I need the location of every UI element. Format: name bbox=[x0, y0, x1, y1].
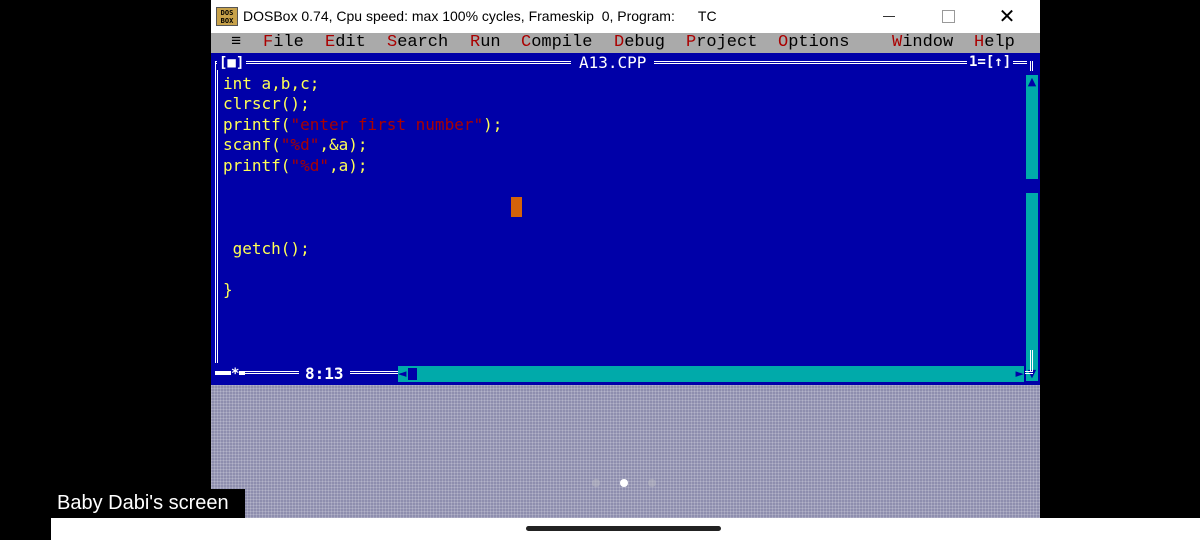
page-dot-active[interactable] bbox=[620, 479, 628, 487]
menu-hotkey: S bbox=[387, 33, 398, 52]
editor-window[interactable]: [■] A13.CPP 1=[↑] int a,b,c; clrscr(); pri… bbox=[211, 53, 1040, 385]
code-text: ,a); bbox=[328, 156, 368, 175]
menu-label: un bbox=[480, 33, 501, 52]
minimize-button[interactable] bbox=[866, 0, 912, 33]
menu-label: ebug bbox=[624, 33, 666, 52]
menu-item-file[interactable]: File bbox=[263, 33, 304, 53]
system-menu[interactable]: ≡ bbox=[231, 33, 241, 53]
text-cursor bbox=[511, 197, 522, 217]
code-text: printf( bbox=[223, 156, 291, 175]
editor-filename: A13.CPP bbox=[571, 53, 655, 73]
code-line[interactable]: getch(); bbox=[223, 239, 310, 259]
vertical-scrollbar[interactable]: ▲ ▼ bbox=[1026, 75, 1038, 381]
menu-item-compile[interactable]: Compile bbox=[521, 33, 592, 53]
code-line[interactable]: } bbox=[223, 280, 233, 300]
code-text: printf( bbox=[223, 115, 291, 134]
code-text: int a,b,c; bbox=[223, 74, 320, 93]
minimize-icon bbox=[883, 16, 895, 17]
window-number[interactable]: 1=[↑] bbox=[967, 54, 1014, 71]
code-string: "%d" bbox=[290, 156, 329, 175]
dosbox-window: DOS BOX DOSBox 0.74, Cpu speed: max 100%… bbox=[211, 0, 1040, 518]
dosbox-app-icon: DOS BOX bbox=[216, 7, 238, 26]
vertical-scroll-thumb[interactable] bbox=[1026, 179, 1038, 193]
page-dot[interactable] bbox=[648, 479, 656, 487]
menu-item-run[interactable]: Run bbox=[470, 33, 501, 53]
code-string: "enter first number" bbox=[290, 115, 484, 134]
code-text: scanf( bbox=[223, 135, 281, 154]
code-line[interactable]: printf("enter first number"); bbox=[223, 115, 502, 135]
title-bar[interactable]: DOS BOX DOSBox 0.74, Cpu speed: max 100%… bbox=[211, 0, 1040, 33]
menu-hotkey: F bbox=[263, 33, 274, 52]
scroll-left-icon[interactable]: ◄ bbox=[398, 366, 408, 382]
screen-share-caption: Baby Dabi's screen bbox=[51, 489, 245, 518]
menu-hotkey: O bbox=[778, 33, 789, 52]
menu-item-search[interactable]: Search bbox=[387, 33, 448, 53]
navigation-bar bbox=[51, 518, 1200, 540]
menu-bar: ≡ File Edit Search Run Compile Debug Project Op… bbox=[211, 33, 1040, 53]
code-text: ,&a); bbox=[319, 135, 368, 154]
dos-desktop bbox=[211, 385, 1040, 518]
maximize-button[interactable] bbox=[925, 0, 971, 33]
menu-label: roject bbox=[696, 33, 758, 52]
window-title: DOSBox 0.74, Cpu speed: max 100% cycles,… bbox=[243, 8, 717, 24]
menu-item-edit[interactable]: Edit bbox=[325, 33, 366, 53]
code-text: ); bbox=[483, 115, 503, 134]
menu-label: earch bbox=[397, 33, 449, 52]
code-text: getch(); bbox=[223, 239, 310, 258]
menu-label: dit bbox=[335, 33, 366, 52]
menu-hotkey: P bbox=[686, 33, 697, 52]
maximize-icon bbox=[941, 10, 955, 23]
menu-hotkey: R bbox=[470, 33, 481, 52]
menu-hotkey: D bbox=[614, 33, 625, 52]
menu-label: elp bbox=[984, 33, 1015, 52]
menu-hotkey: E bbox=[325, 33, 336, 52]
page-indicator bbox=[592, 479, 662, 489]
code-text: clrscr(); bbox=[223, 94, 310, 113]
code-line[interactable]: int a,b,c; bbox=[223, 74, 319, 94]
cursor-position: 8:13 bbox=[299, 364, 350, 384]
dos-screen[interactable]: ≡ File Edit Search Run Compile Debug Project Op… bbox=[211, 33, 1040, 518]
code-line[interactable]: clrscr(); bbox=[223, 94, 310, 114]
close-box-icon: [■] bbox=[219, 55, 245, 71]
close-button[interactable]: ✕ bbox=[984, 0, 1030, 33]
menu-item-options[interactable]: Options bbox=[778, 33, 849, 53]
menu-item-help[interactable]: Help bbox=[974, 33, 1015, 53]
close-icon: ✕ bbox=[998, 6, 1016, 28]
code-line[interactable]: scanf("%d",&a); bbox=[223, 135, 368, 155]
horizontal-scroll-thumb[interactable] bbox=[408, 368, 417, 380]
code-string: "%d" bbox=[280, 135, 320, 154]
home-handle[interactable] bbox=[526, 526, 721, 531]
menu-label: ile bbox=[273, 33, 304, 52]
menu-hotkey: C bbox=[521, 33, 532, 52]
scroll-right-icon[interactable]: ► bbox=[1014, 366, 1024, 382]
scroll-up-icon[interactable]: ▲ bbox=[1026, 75, 1038, 89]
menu-hotkey: H bbox=[974, 33, 985, 52]
menu-item-project[interactable]: Project bbox=[686, 33, 757, 53]
menu-label: ompile bbox=[531, 33, 593, 52]
code-line[interactable]: printf("%d",a); bbox=[223, 156, 368, 176]
editor-status-row: * 8:13 ◄ ► bbox=[211, 350, 1040, 384]
horizontal-scrollbar[interactable]: ◄ ► bbox=[398, 366, 1024, 382]
menu-label: ptions bbox=[788, 33, 850, 52]
page-dot[interactable] bbox=[592, 479, 600, 487]
menu-label: indow bbox=[902, 33, 954, 52]
menu-item-debug[interactable]: Debug bbox=[614, 33, 665, 53]
modified-marker: * bbox=[231, 364, 240, 384]
editor-close-box[interactable]: [■] bbox=[217, 55, 247, 71]
menu-hotkey: W bbox=[892, 33, 903, 52]
menu-item-window[interactable]: Window bbox=[892, 33, 953, 53]
code-text: } bbox=[223, 280, 233, 299]
